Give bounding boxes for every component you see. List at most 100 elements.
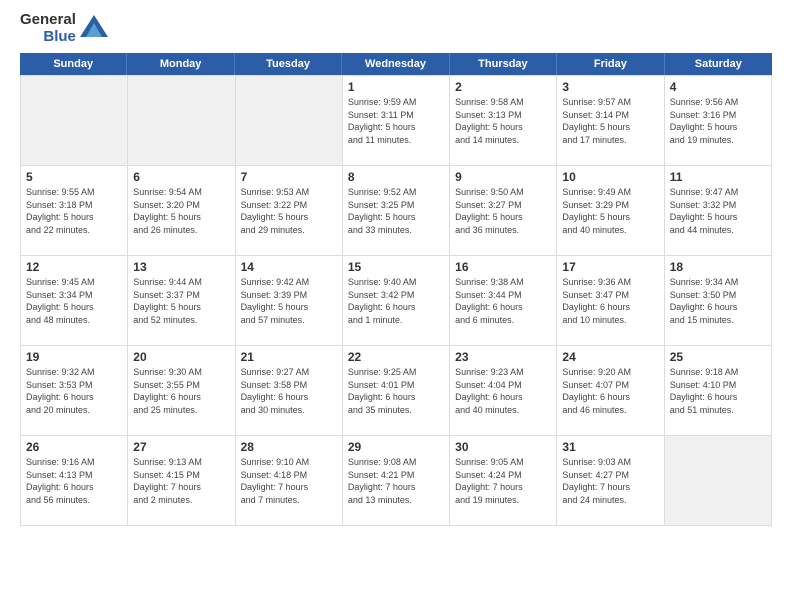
day-info: Sunrise: 9:08 AM Sunset: 4:21 PM Dayligh… [348,456,444,506]
calendar-cell: 27Sunrise: 9:13 AM Sunset: 4:15 PM Dayli… [128,436,235,526]
calendar-cell: 13 Sunrise: 9:44 AM Sunset: 3:37 PM Dayli… [128,256,235,346]
day-number: 22 [348,350,444,364]
day-info: Sunrise: 9:38 AM Sunset: 3:44 PM Dayligh… [455,276,551,326]
logo: General Blue [20,12,108,45]
calendar-cell: 1 Sunrise: 9:59 AM Sunset: 3:11 PM Daylig… [343,76,450,166]
logo-icon [80,15,108,42]
weekday-header-monday: Monday [127,53,234,75]
day-info: Sunrise: 9:30 AM Sunset: 3:55 PM Dayligh… [133,366,229,416]
calendar-cell: 4Sunrise: 9:56 AM Sunset: 3:16 PM Daylig… [665,76,772,166]
day-info: Sunrise: 9:16 AM Sunset: 4:13 PM Dayligh… [26,456,122,506]
day-number: 7 [241,170,337,184]
day-info: Sunrise: 9:53 AM Sunset: 3:22 PM Dayligh… [241,186,337,236]
day-info: Sunrise: 9:36 AM Sunset: 3:47 PM Dayligh… [562,276,658,326]
day-info: Sunrise: 9:52 AM Sunset: 3:25 PM Dayligh… [348,186,444,236]
day-number: 6 [133,170,229,184]
calendar-cell: 5Sunrise: 9:55 AM Sunset: 3:18 PM Daylig… [21,166,128,256]
day-number: 8 [348,170,444,184]
calendar-body: 1 Sunrise: 9:59 AM Sunset: 3:11 PM Daylig… [20,75,772,526]
day-number: 15 [348,260,444,274]
day-number: 12 [26,260,122,274]
day-number: 21 [241,350,337,364]
day-number: 25 [670,350,766,364]
calendar: SundayMondayTuesdayWednesdayThursdayFrid… [20,53,772,526]
calendar-cell: 29 Sunrise: 9:08 AM Sunset: 4:21 PM Dayli… [343,436,450,526]
day-number: 5 [26,170,122,184]
day-info: Sunrise: 9:59 AM Sunset: 3:11 PM Dayligh… [348,96,444,146]
day-info: Sunrise: 9:50 AM Sunset: 3:27 PM Dayligh… [455,186,551,236]
day-number: 1 [348,80,444,94]
day-info: Sunrise: 9:25 AM Sunset: 4:01 PM Dayligh… [348,366,444,416]
day-number: 16 [455,260,551,274]
header: General Blue [0,0,792,53]
day-number: 26 [26,440,122,454]
calendar-cell: 21 Sunrise: 9:27 AM Sunset: 3:58 PM Dayli… [236,346,343,436]
day-number: 10 [562,170,658,184]
calendar-header: SundayMondayTuesdayWednesdayThursdayFrid… [20,53,772,75]
calendar-cell: 14Sunrise: 9:42 AM Sunset: 3:39 PM Dayli… [236,256,343,346]
day-info: Sunrise: 9:18 AM Sunset: 4:10 PM Dayligh… [670,366,766,416]
day-info: Sunrise: 9:44 AM Sunset: 3:37 PM Dayligh… [133,276,229,326]
day-info: Sunrise: 9:13 AM Sunset: 4:15 PM Dayligh… [133,456,229,506]
day-info: Sunrise: 9:05 AM Sunset: 4:24 PM Dayligh… [455,456,551,506]
weekday-header-saturday: Saturday [665,53,772,75]
day-number: 3 [562,80,658,94]
calendar-cell: 16 Sunrise: 9:38 AM Sunset: 3:44 PM Dayli… [450,256,557,346]
day-number: 20 [133,350,229,364]
day-number: 14 [241,260,337,274]
day-info: Sunrise: 9:20 AM Sunset: 4:07 PM Dayligh… [562,366,658,416]
calendar-cell: 24Sunrise: 9:20 AM Sunset: 4:07 PM Dayli… [557,346,664,436]
calendar-cell [128,76,235,166]
day-info: Sunrise: 9:34 AM Sunset: 3:50 PM Dayligh… [670,276,766,326]
calendar-cell: 15 Sunrise: 9:40 AM Sunset: 3:42 PM Dayli… [343,256,450,346]
logo-general: General [20,12,76,29]
day-number: 19 [26,350,122,364]
calendar-cell: 23 Sunrise: 9:23 AM Sunset: 4:04 PM Dayli… [450,346,557,436]
calendar-cell: 6 Sunrise: 9:54 AM Sunset: 3:20 PM Daylig… [128,166,235,256]
day-info: Sunrise: 9:47 AM Sunset: 3:32 PM Dayligh… [670,186,766,236]
day-number: 31 [562,440,658,454]
day-info: Sunrise: 9:45 AM Sunset: 3:34 PM Dayligh… [26,276,122,326]
calendar-cell: 18Sunrise: 9:34 AM Sunset: 3:50 PM Dayli… [665,256,772,346]
weekday-header-friday: Friday [557,53,664,75]
day-number: 11 [670,170,766,184]
weekday-header-sunday: Sunday [20,53,127,75]
day-info: Sunrise: 9:54 AM Sunset: 3:20 PM Dayligh… [133,186,229,236]
calendar-cell: 17 Sunrise: 9:36 AM Sunset: 3:47 PM Dayli… [557,256,664,346]
weekday-header-tuesday: Tuesday [235,53,342,75]
day-number: 29 [348,440,444,454]
day-info: Sunrise: 9:40 AM Sunset: 3:42 PM Dayligh… [348,276,444,326]
day-number: 9 [455,170,551,184]
day-info: Sunrise: 9:32 AM Sunset: 3:53 PM Dayligh… [26,366,122,416]
day-number: 30 [455,440,551,454]
calendar-cell [665,436,772,526]
calendar-cell: 25 Sunrise: 9:18 AM Sunset: 4:10 PM Dayli… [665,346,772,436]
calendar-cell: 3Sunrise: 9:57 AM Sunset: 3:14 PM Daylig… [557,76,664,166]
day-info: Sunrise: 9:10 AM Sunset: 4:18 PM Dayligh… [241,456,337,506]
day-number: 23 [455,350,551,364]
calendar-cell: 22 Sunrise: 9:25 AM Sunset: 4:01 PM Dayli… [343,346,450,436]
day-number: 13 [133,260,229,274]
day-info: Sunrise: 9:27 AM Sunset: 3:58 PM Dayligh… [241,366,337,416]
calendar-cell: 9 Sunrise: 9:50 AM Sunset: 3:27 PM Daylig… [450,166,557,256]
day-number: 17 [562,260,658,274]
calendar-cell: 10 Sunrise: 9:49 AM Sunset: 3:29 PM Dayli… [557,166,664,256]
calendar-cell: 31 Sunrise: 9:03 AM Sunset: 4:27 PM Dayli… [557,436,664,526]
calendar-cell: 8 Sunrise: 9:52 AM Sunset: 3:25 PM Daylig… [343,166,450,256]
calendar-cell: 11 Sunrise: 9:47 AM Sunset: 3:32 PM Dayli… [665,166,772,256]
calendar-cell [236,76,343,166]
calendar-cell: 12 Sunrise: 9:45 AM Sunset: 3:34 PM Dayli… [21,256,128,346]
day-info: Sunrise: 9:58 AM Sunset: 3:13 PM Dayligh… [455,96,551,146]
day-info: Sunrise: 9:49 AM Sunset: 3:29 PM Dayligh… [562,186,658,236]
logo-blue: Blue [43,29,76,46]
weekday-header-wednesday: Wednesday [342,53,449,75]
day-info: Sunrise: 9:56 AM Sunset: 3:16 PM Dayligh… [670,96,766,146]
calendar-cell: 30 Sunrise: 9:05 AM Sunset: 4:24 PM Dayli… [450,436,557,526]
calendar-cell: 19 Sunrise: 9:32 AM Sunset: 3:53 PM Dayli… [21,346,128,436]
calendar-cell: 26 Sunrise: 9:16 AM Sunset: 4:13 PM Dayli… [21,436,128,526]
day-info: Sunrise: 9:23 AM Sunset: 4:04 PM Dayligh… [455,366,551,416]
calendar-cell: 7 Sunrise: 9:53 AM Sunset: 3:22 PM Daylig… [236,166,343,256]
calendar-cell: 28Sunrise: 9:10 AM Sunset: 4:18 PM Dayli… [236,436,343,526]
weekday-header-thursday: Thursday [450,53,557,75]
day-info: Sunrise: 9:03 AM Sunset: 4:27 PM Dayligh… [562,456,658,506]
